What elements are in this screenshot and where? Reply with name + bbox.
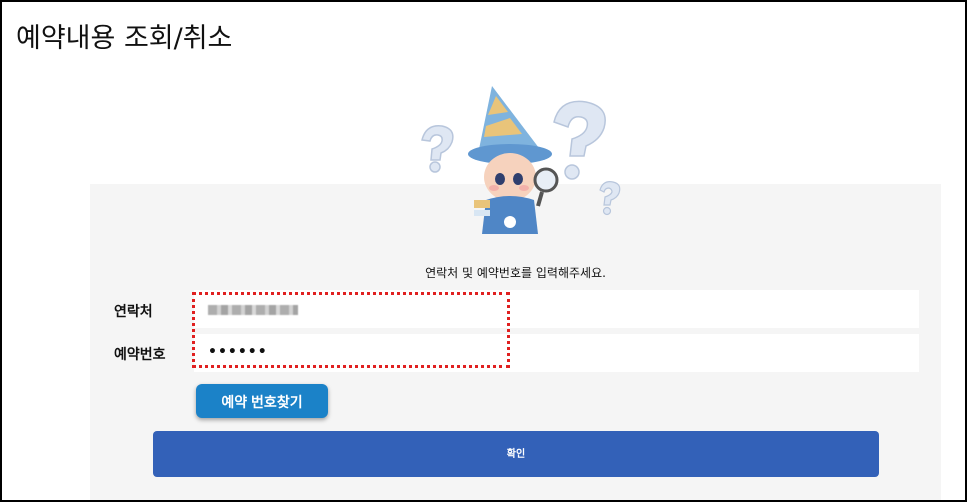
find-reservation-number-button[interactable]: 예약 번호찾기	[196, 384, 328, 418]
reservation-number-field[interactable]	[194, 334, 919, 372]
reservation-number-label: 예약번호	[114, 347, 166, 363]
instruction-text: 연락처 및 예약번호를 입력해주세요.	[425, 266, 606, 280]
window-frame: 예약내용 조회/취소 연락처 및 예약번호를 입력해주세요. 연락처 예약번호 …	[0, 0, 967, 502]
phone-field[interactable]	[194, 290, 919, 328]
wizard-mascot-icon	[421, 86, 621, 234]
reservation-number-value: ••••••	[208, 344, 268, 360]
confirm-button[interactable]: 확인	[153, 431, 879, 477]
page-title: 예약내용 조회/취소	[16, 23, 233, 54]
phone-value-masked	[208, 305, 298, 315]
phone-label: 연락처	[114, 304, 153, 320]
